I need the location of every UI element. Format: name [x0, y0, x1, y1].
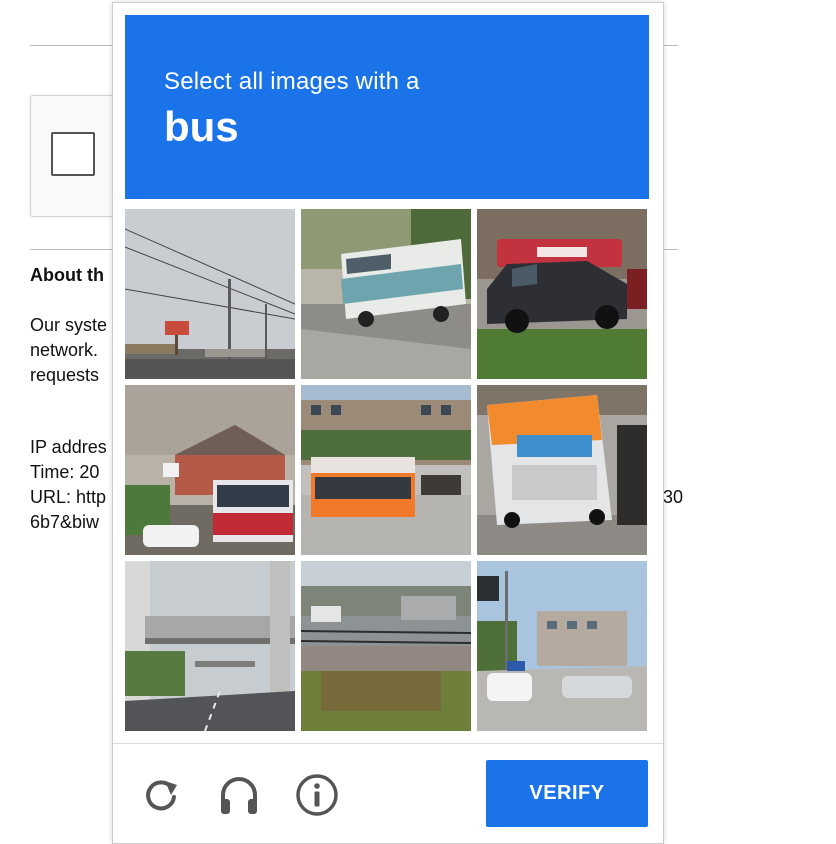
overpass-image [125, 561, 295, 731]
challenge-target-word: bus [164, 103, 239, 150]
image-tile-2[interactable] [301, 209, 471, 379]
help-button[interactable] [293, 771, 341, 819]
red-bus-image [125, 385, 295, 555]
street-image [125, 209, 295, 379]
time-line: Time: 20 [30, 462, 100, 482]
orange-bus-image [301, 385, 471, 555]
bus-rear-image [477, 385, 647, 555]
footer-divider [113, 743, 663, 744]
image-tile-7[interactable] [125, 561, 295, 731]
image-tile-1[interactable] [125, 209, 295, 379]
headphones-icon [221, 777, 257, 814]
info-icon [296, 774, 338, 816]
image-tile-9[interactable] [477, 561, 647, 731]
url-line-continued: 6b7&biw [30, 512, 100, 532]
recaptcha-checkbox[interactable] [51, 132, 95, 176]
image-tile-5[interactable] [301, 385, 471, 555]
challenge-instruction: Select all images with a [164, 68, 420, 95]
waterfront-image [301, 561, 471, 731]
explanation-line-2: network. [30, 340, 99, 360]
url-line-tail: 30 [663, 487, 684, 507]
car-store-image [477, 209, 647, 379]
explanation-line-1: Our syste [30, 315, 108, 335]
image-tile-6[interactable] [477, 385, 647, 555]
rv-bus-image [301, 209, 471, 379]
ip-address-line: IP addres [30, 437, 107, 457]
image-tile-8[interactable] [301, 561, 471, 731]
audio-challenge-button[interactable] [215, 771, 263, 819]
about-heading: About th [30, 265, 104, 285]
image-challenge-dialog: Select all images with a bus VERIFY [112, 2, 664, 844]
reload-button[interactable] [137, 771, 185, 819]
city-street-image [477, 561, 647, 731]
challenge-header: Select all images with a bus [125, 15, 649, 199]
image-tile-3[interactable] [477, 209, 647, 379]
image-tile-4[interactable] [125, 385, 295, 555]
url-line: URL: http [30, 487, 107, 507]
image-grid [125, 209, 649, 733]
explanation-line-3: requests [30, 365, 100, 385]
reload-icon [146, 780, 177, 811]
verify-button[interactable]: VERIFY [486, 760, 648, 827]
